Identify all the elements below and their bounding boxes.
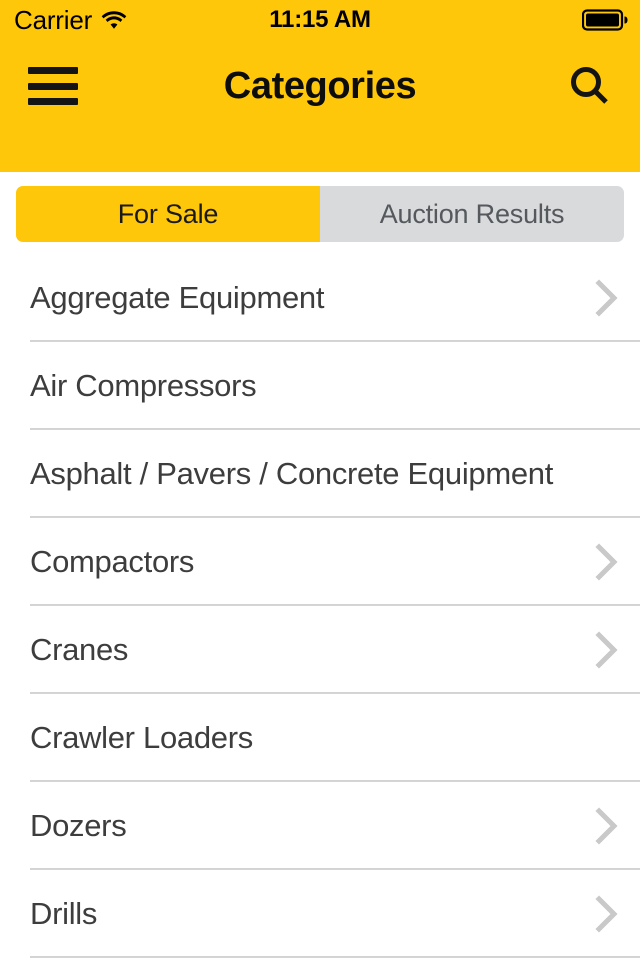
search-button[interactable] <box>564 60 616 112</box>
page-title: Categories <box>223 64 417 107</box>
list-item-label: Cranes <box>30 632 129 667</box>
app-root: Carrier 11:15 AM Categories For Sale Auc… <box>0 0 640 960</box>
tab-auction-results-label: Auction Results <box>379 198 565 229</box>
header: Carrier 11:15 AM Categories <box>0 0 640 172</box>
status-bar-time: 11:15 AM <box>269 6 371 33</box>
search-icon <box>568 64 612 108</box>
list-separator <box>30 956 640 958</box>
nav-bar: Categories <box>0 40 640 132</box>
list-item-label: Aggregate Equipment <box>30 280 325 315</box>
tab-auction-results[interactable]: Auction Results <box>320 186 624 242</box>
status-bar-right <box>582 0 628 40</box>
list-item[interactable]: Asphalt / Pavers / Concrete Equipment <box>0 430 640 518</box>
list-item[interactable]: Air Compressors <box>0 342 640 430</box>
list-item-label: Asphalt / Pavers / Concrete Equipment <box>30 456 554 491</box>
list-item-label: Compactors <box>30 544 195 579</box>
category-list[interactable]: Aggregate Equipment Air Compressors Asphal… <box>0 254 640 960</box>
tab-for-sale-label: For Sale <box>117 198 219 229</box>
list-item[interactable]: Aggregate Equipment <box>0 254 640 342</box>
list-item[interactable]: Cranes <box>0 606 640 694</box>
status-bar: Carrier 11:15 AM <box>0 0 640 40</box>
list-item-label: Air Compressors <box>30 368 257 403</box>
tab-for-sale[interactable]: For Sale <box>16 186 320 242</box>
list-item-label: Dozers <box>30 808 127 843</box>
list-item[interactable]: Compactors <box>0 518 640 606</box>
list-item[interactable]: Dozers <box>0 782 640 870</box>
battery-full-icon <box>582 9 628 31</box>
segmented-control[interactable]: For Sale Auction Results <box>16 186 624 242</box>
list-item[interactable]: Crawler Loaders <box>0 694 640 782</box>
list-item[interactable]: Drills <box>0 870 640 958</box>
list-item-label: Drills <box>30 896 98 931</box>
list-item-label: Crawler Loaders <box>30 720 253 755</box>
